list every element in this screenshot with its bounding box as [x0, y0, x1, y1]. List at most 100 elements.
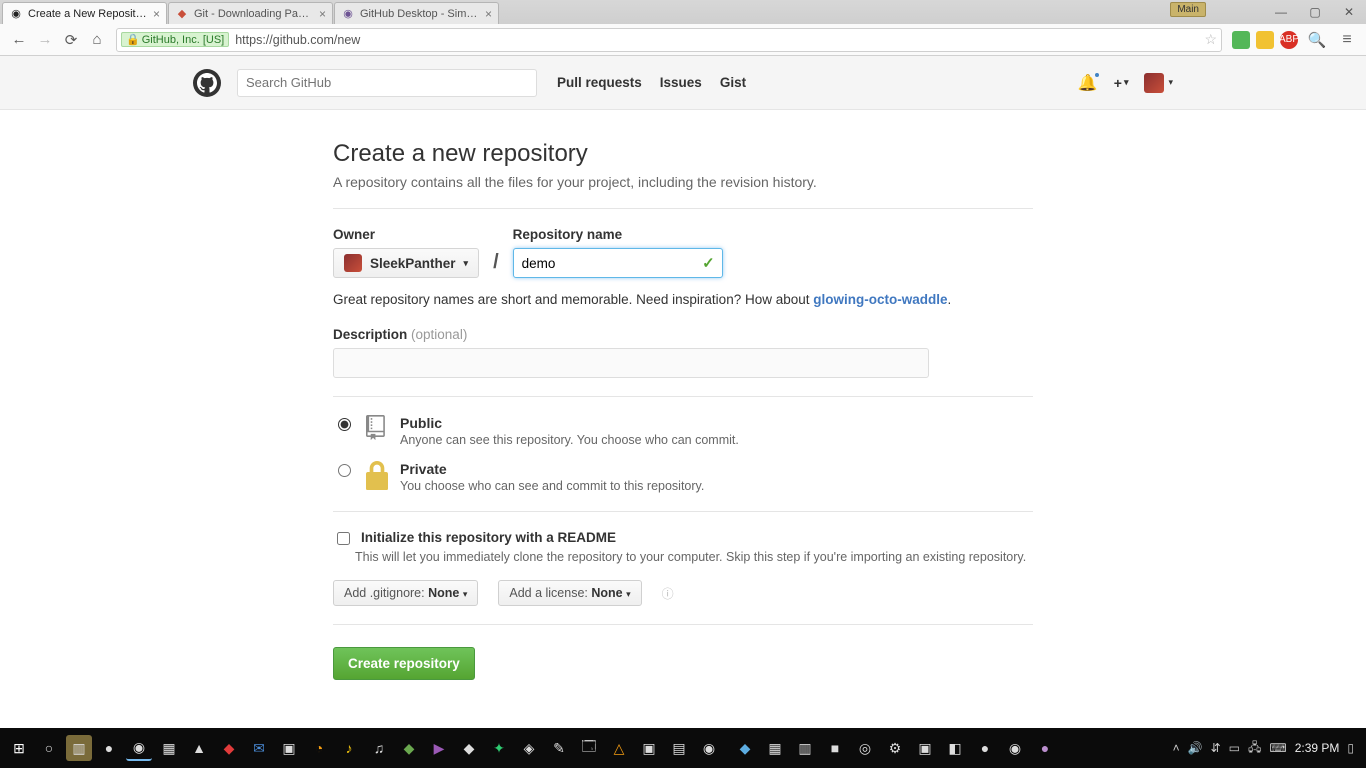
input-icon[interactable]: ⌨	[1269, 741, 1286, 755]
visibility-private-radio[interactable]	[338, 464, 351, 477]
volume-icon[interactable]: 🔊	[1188, 741, 1203, 755]
taskbar-app[interactable]: ▦	[156, 735, 182, 761]
https-company: GitHub, Inc. [US]	[142, 34, 225, 46]
forward-button[interactable]: →	[32, 27, 58, 53]
owner-select[interactable]: SleekPanther ▾	[333, 248, 479, 278]
description-input[interactable]	[333, 348, 929, 378]
notifications-button[interactable]: 🔔	[1078, 73, 1098, 93]
chevron-down-icon: ▾	[463, 589, 468, 599]
chrome-menu-button[interactable]: ≡	[1334, 31, 1360, 49]
taskbar-app[interactable]: ●	[972, 735, 998, 761]
public-subtitle: Anyone can see this repository. You choo…	[400, 433, 739, 447]
chevron-down-icon: ▾	[464, 258, 469, 269]
search-icon[interactable]: 🔍	[1304, 27, 1330, 53]
repo-icon	[366, 415, 388, 440]
page-title: Create a new repository	[333, 140, 1033, 168]
taskbar-clock[interactable]: 2:39 PM	[1295, 741, 1340, 755]
extension-icon[interactable]	[1232, 31, 1250, 49]
repo-name-label: Repository name	[513, 227, 723, 242]
start-button[interactable]: ⊞	[6, 735, 32, 761]
chevron-down-icon: ▾	[1124, 77, 1129, 88]
github-logo[interactable]	[193, 69, 221, 97]
taskbar-app[interactable]: ◆	[456, 735, 482, 761]
cortana-button[interactable]: ○	[36, 735, 62, 761]
window-close[interactable]: ✕	[1332, 0, 1366, 24]
browser-tab[interactable]: ◉ Create a New Repository ×	[2, 2, 167, 24]
gitignore-select[interactable]: Add .gitignore: None ▾	[333, 580, 478, 606]
license-select[interactable]: Add a license: None ▾	[498, 580, 641, 606]
lock-icon: 🔒	[126, 33, 140, 46]
taskbar-app[interactable]: ⚙	[882, 735, 908, 761]
browser-tab[interactable]: ◉ GitHub Desktop - Simple ×	[334, 2, 499, 24]
nav-pull-requests[interactable]: Pull requests	[557, 75, 642, 90]
divider	[333, 396, 1033, 397]
create-new-menu[interactable]: +▾	[1114, 75, 1129, 91]
taskbar-app[interactable]: ▤	[666, 735, 692, 761]
taskbar-app[interactable]: 🗔	[576, 735, 602, 761]
nav-issues[interactable]: Issues	[660, 75, 702, 90]
close-icon[interactable]: ×	[485, 7, 492, 21]
taskbar-app[interactable]: ◆	[216, 735, 242, 761]
taskbar-app[interactable]: ◆	[732, 735, 758, 761]
taskbar-app[interactable]: ●	[96, 735, 122, 761]
tray-icon[interactable]: ˄	[1173, 741, 1180, 755]
taskbar-app[interactable]: ▥	[66, 735, 92, 761]
window-maximize[interactable]: ▢	[1298, 0, 1332, 24]
address-bar[interactable]: 🔒 GitHub, Inc. [US] https://github.com/n…	[116, 28, 1222, 52]
bookmark-star-icon[interactable]: ☆	[1204, 31, 1217, 48]
taskbar-app[interactable]: ✎	[546, 735, 572, 761]
taskbar-app[interactable]: ■	[822, 735, 848, 761]
repo-name-input[interactable]	[513, 248, 723, 278]
suggested-name-link[interactable]: glowing-octo-waddle	[813, 292, 947, 307]
taskbar-app[interactable]: ▲	[186, 735, 212, 761]
taskbar-app[interactable]: ▶	[426, 735, 452, 761]
taskbar-app[interactable]: ▣	[912, 735, 938, 761]
initialize-readme-checkbox[interactable]	[337, 532, 350, 545]
home-button[interactable]: ⌂	[84, 27, 110, 53]
search-input[interactable]	[237, 69, 537, 97]
taskbar-app[interactable]: ▣	[636, 735, 662, 761]
back-button[interactable]: ←	[6, 27, 32, 53]
create-repository-button[interactable]: Create repository	[333, 647, 475, 680]
taskbar-app[interactable]: ♪	[336, 735, 362, 761]
owner-label: Owner	[333, 227, 479, 242]
tab-strip: ◉ Create a New Repository × ◆ Git - Down…	[0, 0, 1366, 24]
close-icon[interactable]: ×	[319, 7, 326, 21]
taskbar-app[interactable]: ▦	[762, 735, 788, 761]
extension-icon[interactable]	[1256, 31, 1274, 49]
visibility-public-radio[interactable]	[338, 418, 351, 431]
nav-gist[interactable]: Gist	[720, 75, 746, 90]
extension-icons: ABP 🔍	[1228, 27, 1334, 53]
window-minimize[interactable]: —	[1264, 0, 1298, 24]
taskbar-app[interactable]: ♫	[366, 735, 392, 761]
taskbar-app[interactable]: ▣	[276, 735, 302, 761]
taskbar-app[interactable]: ◎	[852, 735, 878, 761]
tab-title: Git - Downloading Packa...	[194, 8, 313, 20]
info-icon[interactable]: ⓘ	[662, 585, 674, 602]
close-icon[interactable]: ×	[153, 7, 160, 21]
adblock-icon[interactable]: ABP	[1280, 31, 1298, 49]
taskbar-app[interactable]: ◔	[306, 735, 332, 761]
taskbar-app[interactable]: ●	[1032, 735, 1058, 761]
reload-button[interactable]: ⟳	[58, 27, 84, 53]
taskbar-app[interactable]: ◈	[516, 735, 542, 761]
action-center-icon[interactable]: ▯	[1347, 741, 1354, 755]
taskbar-app[interactable]: △	[606, 735, 632, 761]
taskbar-app[interactable]: ◆	[396, 735, 422, 761]
browser-tab[interactable]: ◆ Git - Downloading Packa... ×	[168, 2, 333, 24]
taskbar-app[interactable]: ▥	[792, 735, 818, 761]
taskbar-chrome[interactable]: ◉	[126, 735, 152, 761]
owner-name: SleekPanther	[370, 256, 456, 271]
taskbar-app[interactable]: ◧	[942, 735, 968, 761]
taskbar-app[interactable]: ✦	[486, 735, 512, 761]
taskbar-app[interactable]: ◉	[1002, 735, 1028, 761]
network-icon[interactable]: 🖧	[1248, 738, 1261, 759]
taskbar-app[interactable]: ◉	[696, 735, 722, 761]
taskbar-app[interactable]: ✉	[246, 735, 272, 761]
slash-separator: /	[491, 251, 501, 278]
user-menu[interactable]: ▾	[1144, 73, 1173, 93]
divider	[333, 624, 1033, 625]
battery-icon[interactable]: ▭	[1229, 741, 1240, 755]
wifi-icon[interactable]: ⇵	[1211, 741, 1221, 755]
https-chip[interactable]: 🔒 GitHub, Inc. [US]	[121, 32, 229, 47]
